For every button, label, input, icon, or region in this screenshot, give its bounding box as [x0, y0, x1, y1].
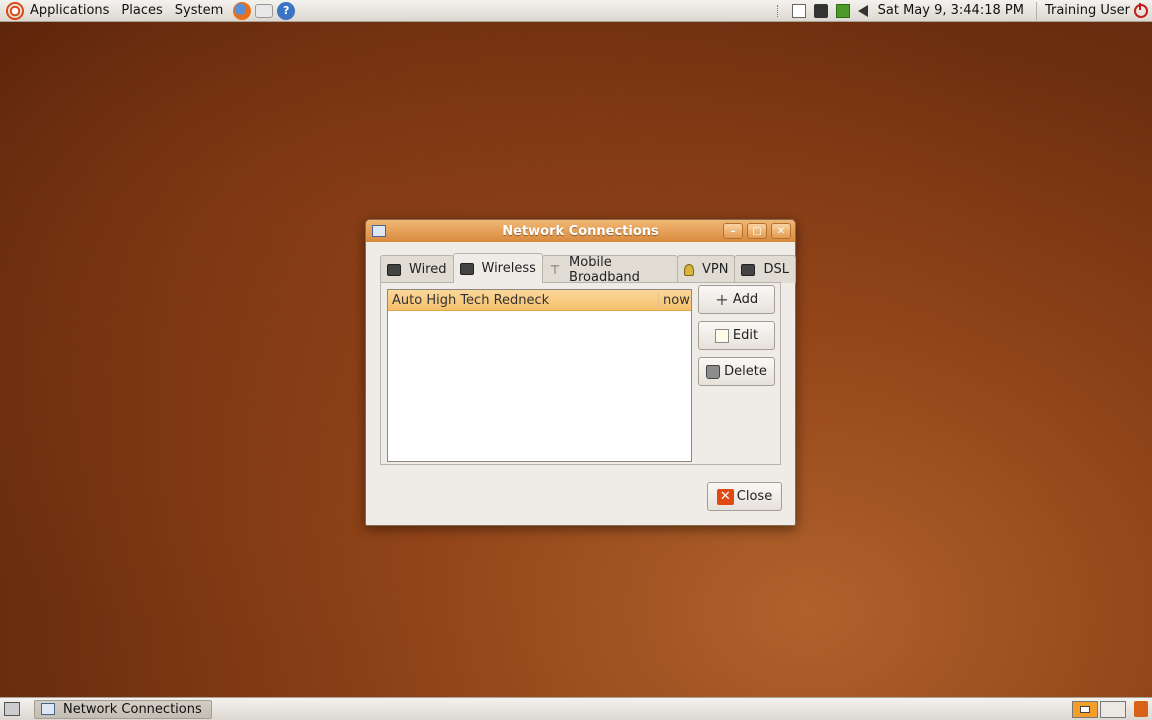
workspace-1[interactable] [1072, 700, 1098, 718]
delete-label: Delete [724, 364, 767, 379]
top-panel: Applications Places System ? Sat May 9, … [0, 0, 1152, 22]
minimize-button[interactable]: – [723, 223, 743, 239]
user-menu[interactable]: Training User [1041, 3, 1134, 18]
connection-list[interactable]: Auto High Tech Redneck now [387, 289, 692, 462]
trash-icon[interactable] [1134, 701, 1148, 717]
main-menu: Applications Places System ? [0, 0, 296, 22]
tab-label: VPN [702, 262, 729, 277]
taskbar-network-connections[interactable]: Network Connections [34, 699, 212, 719]
titlebar[interactable]: Network Connections – □ ✕ [366, 220, 795, 242]
antenna-icon: ⊤ [549, 262, 561, 277]
tray-grip [776, 4, 780, 17]
menu-applications[interactable]: Applications [24, 0, 115, 22]
tab-panel: Auto High Tech Redneck now + Add Edit De… [380, 282, 781, 465]
network-icon[interactable] [813, 3, 828, 18]
tab-mobile-broadband[interactable]: ⊤ Mobile Broadband [541, 254, 679, 285]
wired-icon [387, 263, 401, 276]
tab-wireless[interactable]: Wireless [452, 253, 543, 283]
volume-icon[interactable] [857, 4, 868, 17]
workspace-2[interactable] [1100, 700, 1126, 718]
separator [1035, 1, 1037, 20]
edit-label: Edit [732, 328, 759, 343]
menu-places[interactable]: Places [115, 0, 168, 22]
connection-tabs: Wired Wireless ⊤ Mobile Broadband VPN DS… [380, 253, 796, 285]
tab-vpn[interactable]: VPN [677, 255, 736, 283]
tab-label: Wired [409, 262, 447, 277]
show-desktop-icon[interactable] [4, 702, 20, 716]
clock[interactable]: Sat May 9, 3:44:18 PM [872, 3, 1032, 18]
tab-label: Mobile Broadband [569, 254, 640, 285]
edit-button[interactable]: Edit [698, 321, 775, 350]
workspace-switcher [1072, 700, 1152, 718]
help-icon[interactable]: ? [277, 1, 296, 20]
close-icon: ✕ [716, 488, 734, 505]
connection-name: Auto High Tech Redneck [392, 292, 550, 308]
close-button[interactable]: ✕ Close [707, 482, 782, 511]
network-connections-icon [41, 703, 55, 715]
menu-system[interactable]: System [169, 0, 229, 22]
battery-icon[interactable] [835, 3, 850, 18]
lock-icon [684, 263, 695, 276]
dsl-icon [741, 263, 756, 276]
window-close-button[interactable]: ✕ [771, 223, 791, 239]
network-connections-window: Network Connections – □ ✕ Wired Wireless… [365, 219, 796, 526]
tab-wired[interactable]: Wired [380, 255, 454, 283]
window-controls: – □ ✕ [723, 223, 791, 239]
mail-icon[interactable] [255, 3, 274, 18]
close-label: Close [736, 489, 773, 504]
tab-dsl[interactable]: DSL [734, 255, 796, 283]
connection-last-used: now [658, 292, 691, 308]
plus-icon: + [715, 289, 729, 309]
add-button[interactable]: + Add [698, 285, 775, 314]
firefox-icon[interactable] [233, 1, 252, 20]
delete-button[interactable]: Delete [698, 357, 775, 386]
task-label: Network Connections [63, 701, 202, 717]
wireless-icon [459, 262, 474, 275]
trash-icon [706, 364, 721, 379]
power-icon[interactable] [1134, 2, 1148, 18]
tab-label: DSL [763, 262, 789, 277]
workspace-window-thumb [1080, 705, 1090, 713]
bottom-panel: Network Connections [0, 697, 1152, 720]
add-label: Add [732, 292, 759, 307]
notes-icon[interactable] [791, 3, 806, 18]
tab-label: Wireless [481, 261, 536, 276]
system-tray: Sat May 9, 3:44:18 PM Training User [776, 0, 1152, 22]
maximize-button[interactable]: □ [747, 223, 767, 239]
ubuntu-logo-icon[interactable] [6, 1, 24, 20]
edit-icon [714, 328, 729, 343]
list-item[interactable]: Auto High Tech Redneck now [388, 290, 691, 311]
